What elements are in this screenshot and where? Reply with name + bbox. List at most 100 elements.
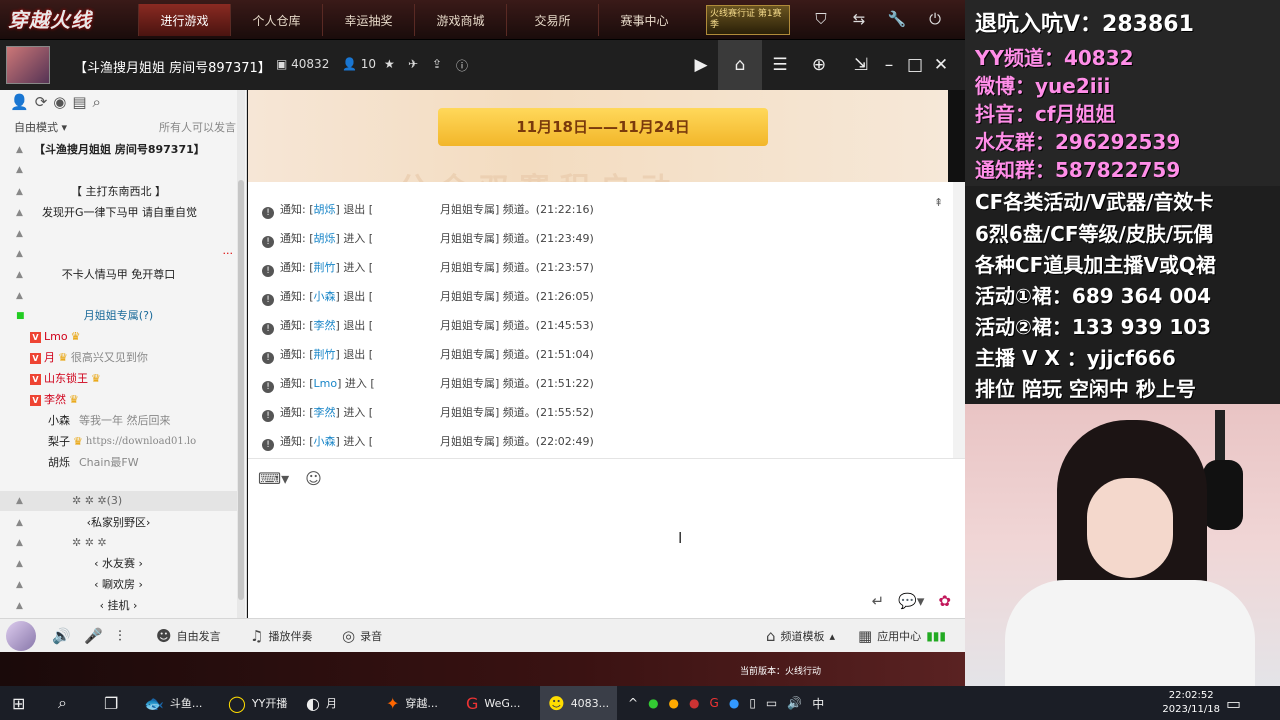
user-row[interactable]: 小森 等我一年 然后回来	[48, 411, 171, 431]
star-icon[interactable]: ★	[384, 57, 395, 71]
chat-bubble-icon[interactable]: 💬▾	[898, 592, 924, 610]
video-icon[interactable]: ▶	[688, 52, 714, 78]
shield-icon[interactable]: ⛉	[810, 8, 832, 30]
event-banner[interactable]: 11月18日——11月24日 公 会 双 赛 程 启 动	[248, 90, 948, 182]
tab-events[interactable]: 赛事中心	[598, 4, 690, 36]
tree-row[interactable]: ▲ 【斗渔搜月姐姐 房间号897371】	[0, 140, 237, 160]
tray-app-icon[interactable]: ●	[729, 696, 739, 710]
power-icon[interactable]: ⏻	[924, 8, 946, 30]
list-icon[interactable]: ☰	[767, 52, 793, 78]
chat-message: ! 通知: [小森] 进入 [月姐姐专属] 频道。(22:02:49)	[262, 432, 862, 452]
record-button[interactable]: ◎ 录音	[342, 627, 382, 645]
tree-row[interactable]: ▲ 发现开G一律下马甲 请自重自觉	[0, 203, 237, 223]
chat-message: ! 通知: [小森] 退出 [月姐姐专属] 频道。(21:26:05)	[262, 287, 862, 307]
wrench-icon[interactable]: 🔧	[886, 8, 908, 30]
tree-row[interactable]: ▲	[0, 160, 237, 180]
system-tray[interactable]: ^ ● ● ● G ● ▯ ▭ 🔊 中	[628, 686, 824, 720]
clock[interactable]: 22:02:52 2023/11/18	[1162, 689, 1220, 717]
download-icon[interactable]: ⇲	[848, 52, 874, 78]
share-icon[interactable]: ⇪	[432, 57, 442, 71]
tray-app-icon[interactable]: ●	[648, 696, 658, 710]
message-input[interactable]: ⌨▾ ☺ I ↵ 💬▾ ✿	[248, 458, 965, 618]
taskbar-app-cf[interactable]: ✦ 穿越...	[386, 686, 438, 720]
tree-row[interactable]: ▲ 不卡人情马甲 免开尊口	[0, 265, 237, 285]
tree-row[interactable]: ▲	[0, 286, 237, 306]
scroll-top-icon[interactable]: ⇞	[934, 196, 943, 209]
chat-scrollbar[interactable]	[953, 182, 965, 458]
taskbar-app-wegame[interactable]: G WeG...	[466, 686, 520, 720]
volume-icon[interactable]: 🔊	[787, 696, 802, 710]
user-row[interactable]: V 月 ♛ 很高兴又见到你	[30, 348, 148, 368]
send-icon[interactable]: ↵	[872, 592, 885, 610]
minimize-icon[interactable]: –	[876, 52, 902, 78]
notification-icon[interactable]: ▭	[1226, 686, 1241, 720]
game-icon[interactable]: ⌨▾	[258, 469, 289, 488]
current-channel[interactable]: ■ 月姐姐专属(?)	[0, 306, 237, 326]
user-row[interactable]: V 李然 ♛	[30, 390, 79, 410]
ime-indicator[interactable]: 中	[812, 695, 824, 712]
info-icon[interactable]: ⓘ	[456, 57, 468, 74]
tree-row[interactable]: ▲ ‹ 挂机 ›	[0, 596, 237, 616]
network-icon[interactable]: ▭	[766, 696, 777, 710]
refresh-icon[interactable]: ⟳	[35, 93, 48, 113]
home-icon[interactable]: ⌂	[727, 52, 753, 78]
task-view-icon[interactable]: ❐	[104, 686, 118, 720]
mode-dropdown[interactable]: 自由模式	[14, 121, 58, 134]
tray-app-icon[interactable]: ●	[669, 696, 679, 710]
maximize-icon[interactable]: □	[902, 52, 928, 78]
chat-message: ! 通知: [荆竹] 退出 [月姐姐专属] 频道。(21:51:04)	[262, 345, 862, 365]
switch-icon[interactable]: ⇆	[848, 8, 870, 30]
windows-start-icon[interactable]: ⊞	[12, 686, 25, 720]
tab-play-game[interactable]: 进行游戏	[138, 4, 230, 36]
taskbar-app-yy-room[interactable]: ☻ 4083...	[540, 686, 618, 720]
tree-row[interactable]: ▲ ✲ ✲ ✲	[0, 533, 237, 553]
user-row[interactable]: 梨子 ♛ https://download01.lo	[48, 432, 196, 452]
app-center-button[interactable]: ▦ 应用中心 ▮▮▮	[858, 627, 946, 645]
avatar[interactable]	[6, 46, 50, 84]
close-icon[interactable]: ✕	[928, 52, 954, 78]
tab-warehouse[interactable]: 个人仓库	[230, 4, 322, 36]
tray-app-icon[interactable]: ●	[689, 696, 699, 710]
user-row[interactable]: V 山东锁王 ♛	[30, 369, 101, 389]
taskbar-app-yy[interactable]: ◯ YY开播	[228, 686, 287, 720]
tree-row[interactable]: ▲ 【 主打东南西北 】	[0, 182, 237, 202]
play-music-button[interactable]: ♫ 播放伴奏	[250, 627, 312, 645]
tree-row[interactable]: ▲ ✲ ✲ ✲(3)	[0, 491, 237, 511]
doc-icon[interactable]: ▤	[72, 93, 86, 113]
flower-icon[interactable]: ✿	[938, 592, 951, 610]
usb-icon[interactable]: ▯	[749, 696, 756, 710]
season-pass-badge[interactable]: 火线赛行证 第1赛季	[706, 5, 790, 35]
tree-row[interactable]: ▲ ···	[0, 244, 237, 264]
mixer-icon[interactable]: ⫶	[118, 627, 122, 645]
sidebar-scrollbar[interactable]	[237, 90, 245, 618]
search-icon[interactable]: ⌕	[93, 93, 101, 113]
taskbar-app-douyu[interactable]: 🐟 斗鱼...	[144, 686, 202, 720]
my-avatar[interactable]	[6, 621, 36, 651]
location-icon[interactable]: ◉	[53, 93, 66, 113]
user-row[interactable]: V Lmo ♛	[30, 327, 80, 347]
tab-game-mall[interactable]: 游戏商城	[414, 4, 506, 36]
taskbar-app-moon[interactable]: ◐ 月	[306, 686, 337, 720]
speak-permission: 所有人可以发言	[159, 121, 236, 134]
tree-row[interactable]: ▲ ‹私家别野区›	[0, 513, 237, 533]
tree-row-label: 发现开G一律下马甲 请自重自觉	[42, 206, 198, 219]
tray-up-icon[interactable]: ^	[628, 696, 638, 710]
tree-row[interactable]: ▲	[0, 224, 237, 244]
speaker-icon[interactable]: 🔊	[52, 627, 71, 645]
mic-icon[interactable]: 🎤	[84, 627, 103, 645]
tree-row[interactable]: ▲ ‹ 唰欢房 ›	[0, 575, 237, 595]
notice-icon: !	[262, 352, 274, 364]
user-row[interactable]: 胡烁 Chain最FW	[48, 453, 139, 473]
tree-row[interactable]: ▲ ‹ 水友赛 ›	[0, 554, 237, 574]
douyu-icon: 🐟	[144, 693, 164, 713]
emoji-icon[interactable]: ☺	[305, 469, 322, 488]
user-icon[interactable]: 👤	[10, 93, 29, 113]
free-speak-button[interactable]: ☻ 自由发言	[156, 627, 221, 645]
tray-app-icon[interactable]: G	[710, 696, 719, 710]
channel-template-button[interactable]: ⌂ 频道模板 ▴	[766, 627, 835, 645]
tab-lucky-draw[interactable]: 幸运抽奖	[322, 4, 414, 36]
search-icon[interactable]: ⌕	[58, 686, 67, 720]
plane-icon[interactable]: ✈	[408, 57, 418, 71]
tab-exchange[interactable]: 交易所	[506, 4, 598, 36]
gamepad-icon[interactable]: ⊕	[806, 52, 832, 78]
